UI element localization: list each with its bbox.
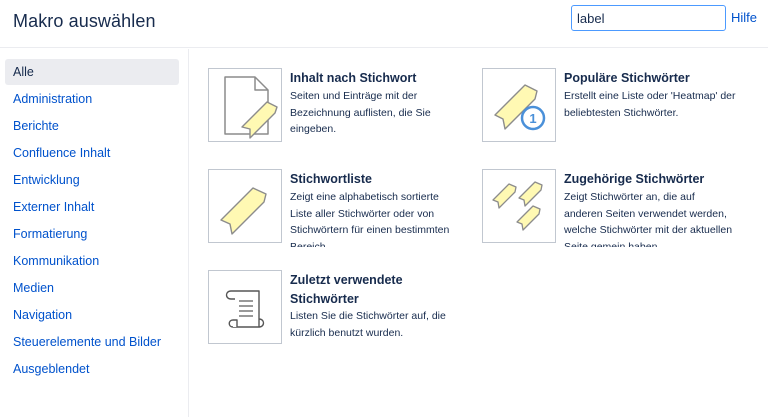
label-icon xyxy=(220,187,267,235)
sidebar-item-formatierung[interactable]: Formatierung xyxy=(5,221,179,247)
macro-thumbnail: 1 xyxy=(482,68,556,142)
macro-card-populaere-stichwoerter[interactable]: 1 Populäre Stichwörter Erstellt eine Lis… xyxy=(482,68,742,148)
search-input[interactable] xyxy=(571,5,726,31)
macro-description: Zeigt Stichwörter an, die auf anderen Se… xyxy=(564,191,733,247)
svg-text:1: 1 xyxy=(529,111,536,126)
macro-name: Stichwortliste xyxy=(290,172,372,186)
related-labels-icon xyxy=(492,181,543,231)
category-sidebar: Alle Administration Berichte Confluence … xyxy=(0,49,189,417)
macro-card-zuletzt-verwendete-stichwoerter[interactable]: Zuletzt verwendete Stichwörter Listen Si… xyxy=(208,270,468,344)
dialog-header: Makro auswählen Hilfe xyxy=(0,0,768,48)
macro-thumbnail xyxy=(482,169,556,243)
page-with-label-icon xyxy=(224,76,278,139)
scroll-icon xyxy=(225,290,265,328)
sidebar-item-confluence-inhalt[interactable]: Confluence Inhalt xyxy=(5,140,179,166)
sidebar-item-externer-inhalt[interactable]: Externer Inhalt xyxy=(5,194,179,220)
sidebar-item-navigation[interactable]: Navigation xyxy=(5,302,179,328)
dialog-title: Makro auswählen xyxy=(13,11,156,31)
macro-description: Seiten und Einträge mit der Bezeichnung … xyxy=(290,90,431,135)
macro-card-stichwortliste[interactable]: Stichwortliste Zeigt eine alphabetisch s… xyxy=(208,169,468,249)
macro-thumbnail xyxy=(208,270,282,344)
macro-description: Erstellt eine Liste oder 'Heatmap' der b… xyxy=(564,90,736,119)
sidebar-item-medien[interactable]: Medien xyxy=(5,275,179,301)
sidebar-item-administration[interactable]: Administration xyxy=(5,86,179,112)
sidebar-item-ausgeblendet[interactable]: Ausgeblendet xyxy=(5,356,179,382)
sidebar-item-steuerelemente-und-bilder[interactable]: Steuerelemente und Bilder xyxy=(5,329,179,355)
macro-name: Zugehörige Stichwörter xyxy=(564,172,705,186)
sidebar-item-alle[interactable]: Alle xyxy=(5,59,179,85)
macro-thumbnail xyxy=(208,68,282,142)
sidebar-item-entwicklung[interactable]: Entwicklung xyxy=(5,167,179,193)
macro-description: Zeigt eine alphabetisch sortierte Liste … xyxy=(290,191,450,247)
macro-thumbnail xyxy=(208,169,282,243)
macro-name: Inhalt nach Stichwort xyxy=(290,71,417,85)
help-link[interactable]: Hilfe xyxy=(731,10,757,25)
macro-name: Zuletzt verwendete Stichwörter xyxy=(290,273,403,306)
sidebar-item-kommunikation[interactable]: Kommunikation xyxy=(5,248,179,274)
macro-name: Populäre Stichwörter xyxy=(564,71,690,85)
macro-card-zugehoerige-stichwoerter[interactable]: Zugehörige Stichwörter Zeigt Stichwörter… xyxy=(482,169,742,249)
macro-card-inhalt-nach-stichwort[interactable]: Inhalt nach Stichwort Seiten und Einträg… xyxy=(208,68,468,148)
macro-description: Listen Sie die Stichwörter auf, die kürz… xyxy=(290,310,446,339)
sidebar-item-berichte[interactable]: Berichte xyxy=(5,113,179,139)
popular-label-icon: 1 xyxy=(494,84,546,131)
